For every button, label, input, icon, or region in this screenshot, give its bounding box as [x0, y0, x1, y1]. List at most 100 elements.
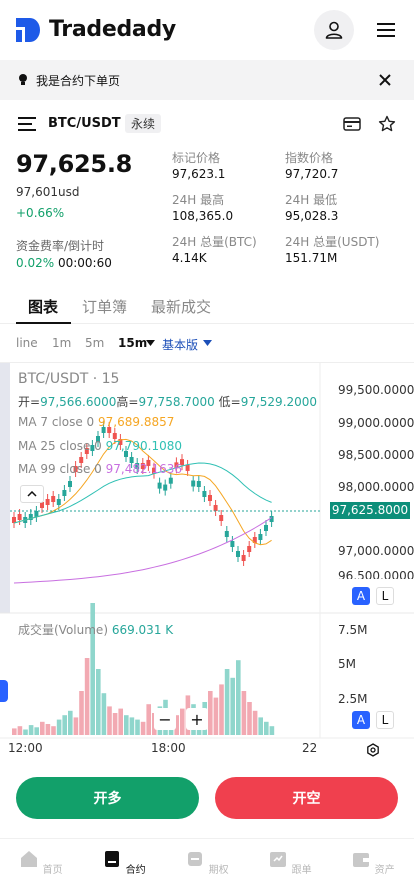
nav-item-copy-trade[interactable]: 跟单 — [265, 849, 315, 876]
volume-bar — [62, 715, 67, 735]
volume-bar — [68, 710, 73, 735]
star-icon[interactable] — [378, 115, 396, 133]
volume-bar — [101, 693, 107, 735]
nav-label: 期权 — [208, 865, 229, 876]
nav-label: 资产 — [374, 865, 395, 876]
candle — [208, 495, 212, 501]
volume-bar — [79, 691, 84, 735]
candle — [17, 514, 22, 520]
price-axis-label: 98,500.0000 — [338, 448, 414, 462]
time-axis-label: 18:00 — [151, 741, 186, 755]
tab-underline — [16, 322, 71, 324]
tab-chart[interactable]: 图表 — [28, 296, 58, 317]
volume-bar — [140, 721, 146, 735]
notice-text: 我是合约下单页 — [36, 73, 121, 88]
volume-bar — [96, 669, 101, 735]
candle — [230, 541, 235, 547]
volume-bar — [23, 729, 28, 735]
ohlc-high-label: 高= — [116, 395, 139, 409]
zoom-out-button[interactable]: − — [154, 708, 176, 730]
volume-bar — [224, 669, 230, 735]
stat-value: 151.71M — [285, 251, 338, 265]
user-icon — [325, 21, 343, 39]
volume-bar — [118, 708, 123, 735]
zoom-in-button[interactable]: + — [186, 708, 208, 730]
log-scale-toggle[interactable]: L — [376, 587, 394, 605]
nav-item-home[interactable]: 首页 — [16, 849, 66, 876]
candle — [236, 551, 240, 557]
nav-item-contract[interactable]: 合约 — [99, 849, 149, 876]
interval-bar: line 1m 5m 15m 基本版 — [0, 330, 414, 356]
volume-label: 成交量(Volume) — [18, 623, 108, 637]
close-icon[interactable] — [379, 74, 391, 86]
wallet-icon — [353, 853, 370, 867]
price-axis-clip: 96,500.0000 — [338, 569, 414, 579]
last-price: 97,625.8 — [16, 150, 133, 178]
card-icon[interactable] — [343, 117, 361, 131]
tab-trades[interactable]: 最新成交 — [151, 296, 211, 317]
interval-1m[interactable]: 1m — [52, 336, 71, 350]
nav-label: 跟单 — [291, 865, 312, 876]
volume-auto-scale-toggle[interactable]: A — [352, 711, 370, 729]
ma7-legend: MA 7 close 0 97,689.8857 — [18, 415, 174, 429]
volume-bar — [208, 691, 213, 735]
chart-mode-select[interactable]: 基本版 — [162, 336, 198, 353]
brand-logo-icon — [16, 17, 40, 42]
volume-log-scale-toggle[interactable]: L — [376, 711, 394, 729]
pair-name[interactable]: BTC/USDT — [48, 116, 121, 131]
chevron-up-icon — [27, 491, 37, 497]
ohlc-high: 97,758.7000 — [138, 395, 215, 409]
volume-bar — [124, 715, 129, 735]
stat-label: 24H 总量(BTC) — [172, 235, 257, 249]
candle — [185, 464, 190, 471]
app-header: Tradedady — [0, 0, 414, 60]
interval-5m[interactable]: 5m — [85, 336, 104, 350]
side-drawer-handle[interactable] — [0, 680, 8, 702]
menu-button[interactable] — [374, 18, 398, 42]
candle — [62, 490, 67, 496]
volume-bar — [28, 725, 34, 735]
volume-value: 669.031 K — [111, 623, 174, 637]
volume-axis-label: 7.5M — [338, 623, 368, 637]
interval-line[interactable]: line — [16, 336, 38, 350]
ohlc-legend: 开=97,566.6000高=97,758.7000 低=97,529.2000 — [18, 393, 317, 410]
stat-label: 指数价格 — [285, 151, 334, 165]
user-account-button[interactable] — [314, 10, 354, 50]
volume-bar — [40, 721, 45, 735]
bulb-icon — [19, 74, 27, 85]
open-short-button[interactable]: 开空 — [215, 777, 398, 819]
candle — [12, 517, 16, 523]
collapse-legend-button[interactable] — [20, 485, 44, 503]
price-axis-label: 97,000.0000 — [338, 544, 414, 558]
interval-15m[interactable]: 15m — [118, 336, 147, 350]
app-logo[interactable]: Tradedady — [16, 17, 176, 42]
home-icon — [21, 851, 38, 867]
chevron-down-icon — [146, 340, 155, 346]
volume-bar — [34, 727, 39, 735]
volume-bar — [247, 702, 252, 735]
price-axis-label: 96,500.0000 — [338, 569, 414, 579]
nav-item-assets[interactable]: 资产 — [348, 849, 398, 876]
perpetual-tag: 永续 — [125, 114, 162, 133]
ma7-line — [13, 438, 272, 546]
auto-scale-toggle[interactable]: A — [352, 587, 370, 605]
stat-value: 4.14K — [172, 251, 207, 265]
pair-list-icon[interactable] — [18, 117, 36, 131]
candle — [51, 496, 56, 502]
nav-item-options[interactable]: 期权 — [182, 849, 232, 876]
volume-bar — [129, 717, 135, 735]
chart-settings-icon[interactable] — [366, 743, 380, 757]
volume-bar — [180, 708, 185, 735]
candle — [191, 480, 196, 487]
stat-label: 24H 总量(USDT) — [285, 235, 380, 249]
volume-bar — [45, 724, 51, 735]
open-long-button[interactable]: 开多 — [16, 777, 199, 819]
candle — [258, 534, 263, 540]
kline-chart[interactable]: BTC/USDT · 15 开=97,566.6000高=97,758.7000… — [0, 362, 414, 762]
ma25-label: MA 25 close 0 — [18, 439, 102, 453]
options-icon — [188, 852, 203, 866]
candle — [247, 546, 252, 552]
tab-orderbook[interactable]: 订单簿 — [82, 296, 127, 317]
volume-bar — [269, 726, 275, 735]
ma25-value: 97,790.1080 — [105, 439, 182, 453]
